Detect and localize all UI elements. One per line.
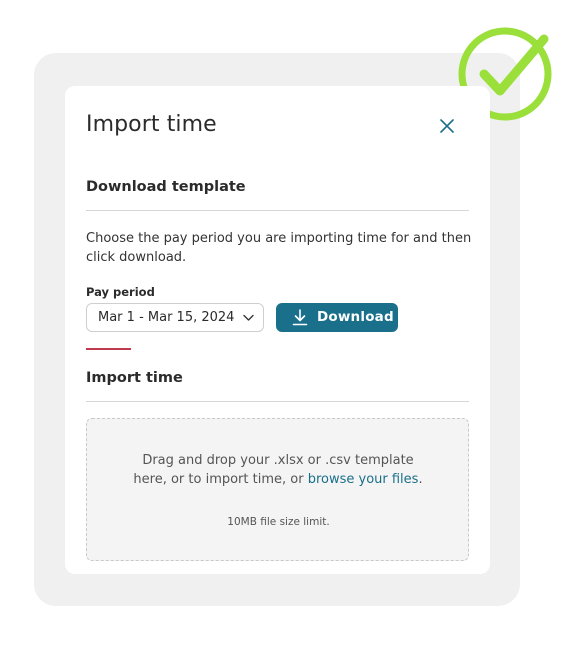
browse-files-link[interactable]: browse your files [308,472,419,487]
pay-period-label: Pay period [86,285,155,299]
file-dropzone[interactable]: Drag and drop your .xlsx or .csv templat… [86,418,469,561]
download-description: Choose the pay period you are importing … [86,231,472,265]
active-tab-indicator [86,348,131,350]
chevron-down-icon [243,314,254,321]
pay-period-select[interactable]: Mar 1 - Mar 15, 2024 [86,303,264,332]
divider [86,401,469,402]
download-button-label: Download [317,309,394,325]
download-button[interactable]: Download [276,303,398,332]
pay-period-value: Mar 1 - Mar 15, 2024 [98,310,235,325]
import-time-heading: Import time [86,370,183,386]
download-template-heading: Download template [86,179,246,195]
close-icon[interactable] [438,117,456,135]
divider [86,210,469,211]
file-size-limit: 10MB file size limit. [227,516,330,528]
dropzone-text-end: . [418,472,423,487]
dropzone-instructions: Drag and drop your .xlsx or .csv templat… [133,451,423,489]
dialog-title: Import time [86,112,217,137]
import-time-dialog: Import time Download template Choose the… [65,86,490,574]
download-icon [292,309,308,326]
